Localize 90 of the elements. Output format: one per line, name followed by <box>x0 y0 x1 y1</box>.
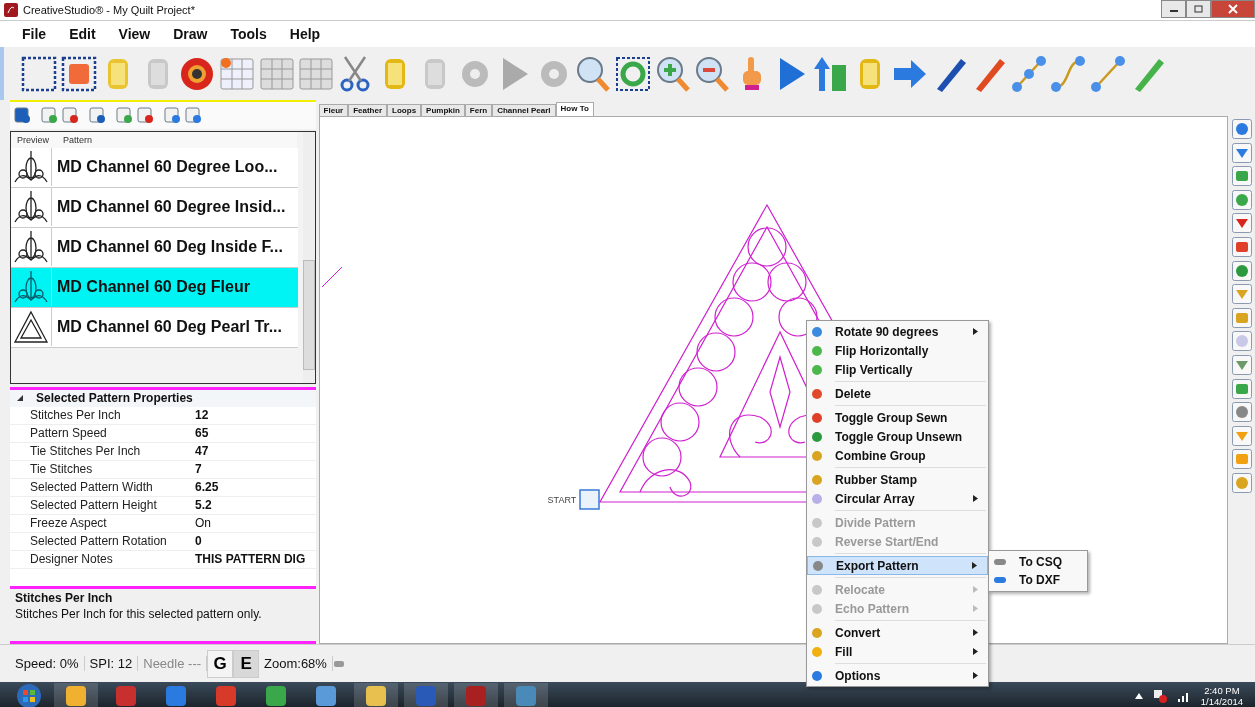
pattern-row[interactable]: MD Channel 60 Deg Fleur <box>11 267 298 308</box>
property-value[interactable]: 47 <box>193 444 209 459</box>
flag-icon[interactable] <box>1152 688 1167 703</box>
app-logo-icon <box>4 3 18 17</box>
tray-arrow-icon[interactable] <box>1134 692 1143 699</box>
scrollbar[interactable] <box>302 131 315 383</box>
menu-item[interactable]: Draw <box>173 26 208 42</box>
property-value[interactable]: 6.25 <box>193 480 219 495</box>
context-menu-item[interactable]: Options <box>807 666 988 685</box>
submenu-arrow-icon <box>973 629 978 636</box>
status-text: Speed: 0% <box>10 656 85 671</box>
pattern-row[interactable]: MD Channel 60 Deg Inside F... <box>11 227 298 268</box>
property-name: Pattern Speed <box>30 426 108 441</box>
column-header: Pattern <box>63 134 93 145</box>
context-menu-item[interactable]: Delete <box>807 384 988 403</box>
pattern-row[interactable]: MD Channel 60 Degree Insid... <box>11 187 298 228</box>
pattern-row[interactable]: MD Channel 60 Deg Pearl Tr... <box>11 307 298 348</box>
status-text: Zoom:68% <box>259 656 333 671</box>
submenu-arrow-icon <box>972 562 977 569</box>
submenu-arrow-icon <box>973 328 978 335</box>
menu-item[interactable]: File <box>22 26 47 42</box>
property-value[interactable]: THIS PATTERN DIG <box>193 552 306 567</box>
context-menu-item[interactable]: Flip Horizontally <box>807 341 988 360</box>
close-button[interactable] <box>1211 0 1255 18</box>
property-value[interactable]: On <box>193 516 211 531</box>
minimize-button[interactable] <box>1161 0 1186 18</box>
submenu-arrow-icon <box>973 672 978 679</box>
property-value[interactable]: 0 <box>193 534 202 549</box>
property-name: Stitches Per Inch <box>30 408 122 423</box>
mode-toggle-button[interactable]: G <box>207 649 234 678</box>
submenu-arrow-icon <box>973 648 978 655</box>
property-name: Selected Pattern Rotation <box>30 534 168 549</box>
clock-time[interactable]: 2:40 PM <box>1204 684 1240 696</box>
menu-item[interactable]: Edit <box>69 26 96 42</box>
start-marker[interactable] <box>578 489 600 510</box>
context-menu-item[interactable]: Circular Array <box>807 489 988 508</box>
property-value[interactable]: 7 <box>193 462 202 477</box>
context-menu-item[interactable]: Combine Group <box>807 446 988 465</box>
pattern-tab[interactable]: Channel Pearl <box>492 104 556 116</box>
property-name: Selected Pattern Width <box>30 480 154 495</box>
collapse-triangle-icon[interactable] <box>16 394 24 403</box>
clock-date[interactable]: 1/14/2014 <box>1200 695 1243 707</box>
window-title: CreativeStudio® - My Quilt Project* <box>23 4 195 16</box>
context-menu-item[interactable]: Fill <box>807 642 988 661</box>
status-text: SPI: 12 <box>84 656 139 671</box>
submenu-item[interactable]: To CSQ <box>989 553 1087 571</box>
property-name: Designer Notes <box>30 552 114 567</box>
restore-icon <box>1193 5 1204 13</box>
pattern-name: MD Channel 60 Deg Fleur <box>56 278 250 297</box>
property-name: Tie Stitches <box>30 462 94 477</box>
circle-icon <box>811 492 823 505</box>
pattern-name: MD Channel 60 Deg Pearl Tr... <box>56 318 282 337</box>
help-title: Stitches Per Inch <box>15 591 114 606</box>
column-header: Preview <box>16 134 50 145</box>
context-menu-item[interactable]: Toggle Group Sewn <box>807 408 988 427</box>
menu-item[interactable]: Tools <box>230 26 267 42</box>
property-value[interactable]: 5.2 <box>193 498 212 513</box>
pattern-tab[interactable]: Loops <box>387 104 422 116</box>
mode-toggle-button[interactable]: E <box>233 649 260 678</box>
pattern-name: MD Channel 60 Degree Insid... <box>56 198 286 217</box>
context-menu-item[interactable]: Convert <box>807 623 988 642</box>
pattern-tab[interactable]: Feather <box>348 104 388 116</box>
menu-item[interactable]: View <box>118 26 151 42</box>
context-menu-item[interactable]: Export Pattern <box>807 556 988 575</box>
property-name: Tie Stitches Per Inch <box>30 444 142 459</box>
property-name: Selected Pattern Height <box>30 498 158 513</box>
pattern-tab[interactable]: Pumpkin <box>421 104 465 116</box>
pattern-name: MD Channel 60 Degree Loo... <box>56 158 278 177</box>
property-name: Freeze Aspect <box>30 516 108 531</box>
menu-item[interactable]: Help <box>289 26 321 42</box>
pattern-row[interactable]: MD Channel 60 Degree Loo... <box>11 147 298 188</box>
pattern-tab[interactable]: Fleur <box>318 104 349 116</box>
context-menu-item[interactable]: Rotate 90 degrees <box>807 322 988 341</box>
stitch-line <box>321 266 343 288</box>
submenu-arrow-icon <box>973 586 978 593</box>
pattern-tab[interactable]: Fern <box>464 104 493 116</box>
pattern-name: MD Channel 60 Deg Inside F... <box>56 238 283 257</box>
help-text: Stitches Per Inch for this selected pattern only. <box>15 607 263 622</box>
context-menu-item[interactable]: Rubber Stamp <box>807 470 988 489</box>
submenu-item[interactable]: To DXF <box>989 571 1087 589</box>
pattern-preview-icon <box>11 308 52 347</box>
start-label: START <box>547 495 577 505</box>
submenu-arrow-icon <box>973 495 978 502</box>
section-heading: Selected Pattern Properties <box>36 391 193 406</box>
context-menu-item[interactable]: Flip Vertically <box>807 360 988 379</box>
pattern-tab[interactable]: How To <box>555 102 594 116</box>
context-menu-item[interactable]: Toggle Group Unsewn <box>807 427 988 446</box>
property-value[interactable]: 12 <box>193 408 209 423</box>
submenu-arrow-icon <box>973 605 978 612</box>
property-value[interactable]: 65 <box>193 426 209 441</box>
